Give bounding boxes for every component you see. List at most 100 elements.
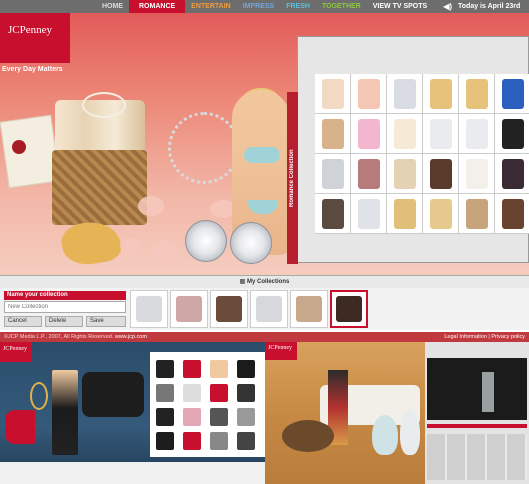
product-thumbnail[interactable] bbox=[315, 114, 350, 153]
product-thumbnail[interactable] bbox=[351, 154, 386, 193]
site-link[interactable]: www.jcp.com bbox=[115, 334, 147, 340]
product-thumbnail[interactable] bbox=[387, 194, 422, 233]
collection-item-image bbox=[336, 296, 362, 322]
mini-logo: JCPenney bbox=[268, 345, 292, 351]
product-thumbnail[interactable] bbox=[459, 74, 494, 113]
collection-item[interactable] bbox=[210, 290, 248, 328]
product-image bbox=[465, 78, 488, 109]
product-image bbox=[321, 198, 344, 229]
product-thumbnail[interactable] bbox=[387, 154, 422, 193]
product-image bbox=[429, 78, 452, 109]
product-thumbnail[interactable] bbox=[459, 194, 494, 233]
collection-item[interactable] bbox=[330, 290, 368, 328]
product-thumbnail[interactable] bbox=[459, 114, 494, 153]
collection-item[interactable] bbox=[290, 290, 328, 328]
apparel-thumbnail[interactable] bbox=[156, 408, 174, 426]
nav-entertain[interactable]: ENTERTAIN bbox=[185, 0, 237, 13]
product-image bbox=[501, 158, 524, 189]
silver-necklace bbox=[168, 112, 240, 184]
apparel-thumbnail[interactable] bbox=[237, 432, 255, 450]
nav-impress[interactable]: IMPRESS bbox=[237, 0, 281, 13]
nav-together[interactable]: TOGETHER bbox=[316, 0, 367, 13]
collection-item[interactable] bbox=[170, 290, 208, 328]
apparel-thumbnail[interactable] bbox=[210, 408, 228, 426]
apparel-thumbnail[interactable] bbox=[210, 384, 228, 402]
delete-button[interactable]: Delete bbox=[45, 316, 83, 327]
leather-chair bbox=[82, 372, 144, 417]
product-thumbnail[interactable] bbox=[423, 114, 458, 153]
product-image bbox=[465, 158, 488, 189]
apparel-thumbnail[interactable] bbox=[156, 432, 174, 450]
privacy-link[interactable]: Privacy policy bbox=[491, 334, 525, 340]
lingerie-top bbox=[244, 147, 280, 163]
my-collections-bar[interactable]: ▦ My Collections bbox=[0, 275, 529, 289]
diamond-earring bbox=[185, 220, 227, 262]
product-thumbnail[interactable] bbox=[315, 154, 350, 193]
apparel-thumbnail[interactable] bbox=[156, 360, 174, 378]
apparel-thumbnail[interactable] bbox=[183, 384, 201, 402]
rose-petal bbox=[120, 238, 140, 254]
product-thumbnail[interactable] bbox=[351, 194, 386, 233]
apparel-thumbnail[interactable] bbox=[183, 360, 201, 378]
vase bbox=[400, 410, 420, 455]
product-image bbox=[357, 78, 380, 109]
cancel-button[interactable]: Cancel bbox=[4, 316, 42, 327]
collection-item[interactable] bbox=[250, 290, 288, 328]
legal-link[interactable]: Legal Information bbox=[444, 334, 487, 340]
nav-romance[interactable]: ROMANCE bbox=[129, 0, 186, 13]
product-thumbnail[interactable] bbox=[495, 194, 529, 233]
product-thumbnail[interactable] bbox=[459, 154, 494, 193]
diamond-earring bbox=[230, 222, 272, 264]
product-thumbnail[interactable] bbox=[351, 114, 386, 153]
product-thumbnail[interactable] bbox=[495, 74, 529, 113]
mini-collection-bar bbox=[0, 462, 265, 484]
collection-name-input[interactable] bbox=[4, 301, 126, 313]
decor-balls-bowl bbox=[282, 420, 334, 452]
apparel-thumbnail[interactable] bbox=[237, 360, 255, 378]
product-thumbnail[interactable] bbox=[423, 154, 458, 193]
video-progress[interactable] bbox=[427, 424, 527, 428]
product-grid bbox=[315, 74, 529, 234]
collection-item-image bbox=[216, 296, 242, 322]
apparel-thumbnail[interactable] bbox=[237, 408, 255, 426]
mini-logo: JCPenney bbox=[3, 346, 27, 352]
product-image bbox=[321, 78, 344, 109]
nav-fresh[interactable]: FRESH bbox=[280, 0, 316, 13]
vase bbox=[372, 415, 398, 455]
product-image bbox=[321, 118, 344, 149]
product-thumbnail[interactable] bbox=[387, 74, 422, 113]
red-shoe bbox=[5, 410, 35, 444]
apparel-thumbnail[interactable] bbox=[183, 408, 201, 426]
tagline: Every Day Matters bbox=[2, 66, 63, 73]
product-thumbnail[interactable] bbox=[351, 74, 386, 113]
product-image bbox=[321, 158, 344, 189]
gold-earring bbox=[30, 382, 48, 410]
apparel-thumbnail[interactable] bbox=[183, 432, 201, 450]
jcpenney-logo[interactable]: JCPenney bbox=[8, 24, 52, 36]
product-thumbnail[interactable] bbox=[387, 114, 422, 153]
collection-item[interactable] bbox=[130, 290, 168, 328]
apparel-thumbnail[interactable] bbox=[237, 384, 255, 402]
my-collections-title: My Collections bbox=[247, 279, 290, 285]
product-thumbnail[interactable] bbox=[315, 74, 350, 113]
product-image bbox=[357, 198, 380, 229]
apparel-thumbnail[interactable] bbox=[210, 432, 228, 450]
video-player[interactable] bbox=[427, 358, 527, 420]
product-image bbox=[501, 78, 524, 109]
product-image bbox=[501, 118, 524, 149]
video-thumbnails[interactable] bbox=[427, 434, 527, 480]
save-button[interactable]: Save bbox=[86, 316, 126, 327]
speaker-icon[interactable]: ◀) bbox=[443, 2, 452, 11]
rose-petal bbox=[138, 196, 164, 216]
product-thumbnail[interactable] bbox=[315, 194, 350, 233]
product-thumbnail[interactable] bbox=[495, 154, 529, 193]
product-thumbnail[interactable] bbox=[423, 194, 458, 233]
nav-view-tv-spots[interactable]: VIEW TV SPOTS bbox=[367, 0, 433, 13]
collection-item-image bbox=[136, 296, 162, 322]
nav-home[interactable]: HOME bbox=[96, 0, 129, 13]
apparel-thumbnail[interactable] bbox=[210, 360, 228, 378]
product-thumbnail[interactable] bbox=[423, 74, 458, 113]
date-display: Today is April 23rd bbox=[458, 3, 521, 10]
product-thumbnail[interactable] bbox=[495, 114, 529, 153]
apparel-thumbnail[interactable] bbox=[156, 384, 174, 402]
